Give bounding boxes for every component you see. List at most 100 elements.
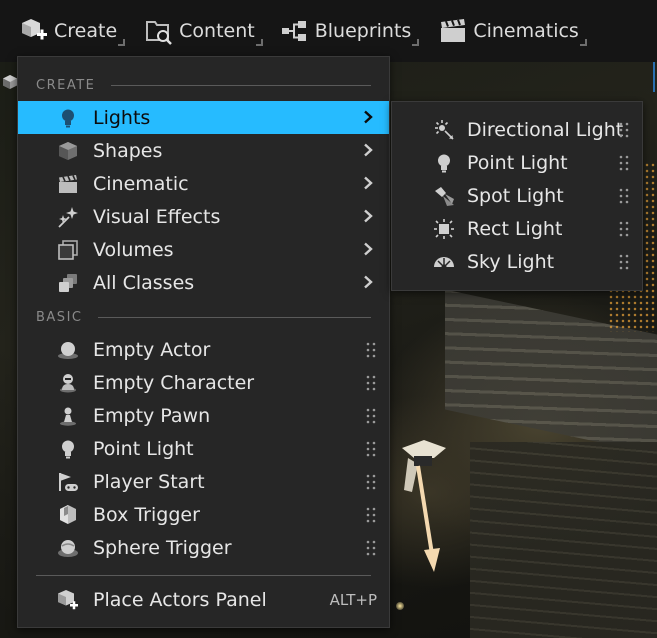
menu-section-create: CREATE [18, 75, 389, 95]
viewport-glint [396, 602, 404, 610]
chevron-right-icon [364, 209, 373, 223]
menu-item-label: All Classes [93, 271, 195, 294]
toolbar-blueprints-label: Blueprints [314, 20, 412, 42]
chevron-right-icon [364, 143, 373, 157]
drag-handle-icon[interactable] [619, 188, 629, 204]
toolbar-content-button[interactable]: Content [123, 14, 263, 48]
sphere-trigger-icon [57, 537, 79, 559]
menu-item-box-trigger[interactable]: Box Trigger [18, 498, 389, 531]
menu-item-label: Empty Character [93, 371, 255, 394]
submenu-item-label: Spot Light [467, 184, 564, 207]
menu-item-empty-character[interactable]: Empty Character [18, 366, 389, 399]
menu-item-empty-actor[interactable]: Empty Actor [18, 333, 389, 366]
drag-handle-icon[interactable] [366, 375, 376, 391]
menu-item-label: Visual Effects [93, 205, 221, 228]
toolbar-blueprints-button[interactable]: Blueprints [261, 14, 420, 48]
create-actor-icon [18, 15, 50, 47]
submenu-item-label: Point Light [467, 151, 568, 174]
sphere-actor-icon [57, 339, 79, 361]
blueprints-icon [279, 15, 311, 47]
drag-handle-icon[interactable] [366, 441, 376, 457]
menu-item-sphere-trigger[interactable]: Sphere Trigger [18, 531, 389, 564]
clapperboard-icon [437, 15, 469, 47]
drag-handle-icon[interactable] [619, 254, 629, 270]
keyboard-shortcut: ALT+P [329, 590, 377, 609]
menu-item-all-classes[interactable]: All Classes [18, 266, 389, 299]
toolbar-content-label: Content [179, 20, 255, 42]
submenu-item-spot-light[interactable]: Spot Light [392, 179, 642, 212]
submenu-item-point-light[interactable]: Point Light [392, 146, 642, 179]
toolbar-create-label: Create [54, 20, 118, 42]
character-icon [57, 372, 79, 394]
menu-item-label: Shapes [93, 139, 163, 162]
cube-icon [57, 140, 79, 162]
rect-light-icon [432, 217, 456, 241]
menu-item-label: Box Trigger [93, 503, 200, 526]
stacked-classes-icon [57, 272, 79, 294]
menu-item-place-actors-panel[interactable]: Place Actors Panel ALT+P [18, 583, 389, 616]
submenu-item-directional-light[interactable]: Directional Light [392, 113, 642, 146]
menu-item-player-start[interactable]: Player Start [18, 465, 389, 498]
submenu-item-label: Sky Light [467, 250, 555, 273]
light-direction-arrow [416, 465, 440, 572]
flag-controller-icon [57, 471, 79, 493]
drag-handle-icon[interactable] [366, 540, 376, 556]
pawn-icon [57, 405, 79, 427]
drag-handle-icon[interactable] [619, 155, 629, 171]
section-divider [111, 84, 371, 86]
toolbar-create-button[interactable]: Create [0, 14, 126, 48]
section-header-label: CREATE [36, 77, 96, 93]
place-actors-icon [57, 589, 79, 611]
submenu-item-sky-light[interactable]: Sky Light [392, 245, 642, 278]
lightbulb-icon [57, 438, 79, 460]
drag-handle-icon[interactable] [366, 474, 376, 490]
box-trigger-icon [57, 504, 79, 526]
sky-light-icon [432, 250, 456, 274]
chevron-right-icon [364, 242, 373, 256]
menu-item-shapes[interactable]: Shapes [18, 134, 389, 167]
menu-item-point-light[interactable]: Point Light [18, 432, 389, 465]
lightbulb-icon [57, 107, 79, 129]
drag-handle-icon[interactable] [619, 221, 629, 237]
menu-item-label: Lights [93, 106, 151, 129]
menu-item-label: Place Actors Panel [93, 588, 267, 611]
chevron-right-icon [364, 176, 373, 190]
directional-light-icon [432, 118, 456, 142]
submenu-item-label: Directional Light [467, 118, 624, 141]
menu-item-visual-effects[interactable]: Visual Effects [18, 200, 389, 233]
toolbar-cinematics-label: Cinematics [473, 20, 579, 42]
lightbulb-icon [432, 151, 456, 175]
menu-item-label: Volumes [93, 238, 174, 261]
viewport-cube-icon [3, 75, 17, 89]
sparkles-icon [57, 206, 79, 228]
spot-light-icon [432, 184, 456, 208]
menu-section-basic: BASIC [18, 307, 389, 327]
create-menu: CREATE Lights Shapes Cinematic Visual Ef… [17, 56, 390, 628]
menu-item-label: Empty Actor [93, 338, 211, 361]
section-header-label: BASIC [36, 309, 83, 325]
volume-box-icon [57, 239, 79, 261]
menu-item-cinematic[interactable]: Cinematic [18, 167, 389, 200]
drag-handle-icon[interactable] [619, 122, 629, 138]
clapperboard-icon [57, 173, 79, 195]
menu-item-empty-pawn[interactable]: Empty Pawn [18, 399, 389, 432]
viewport-wall [470, 442, 657, 638]
chevron-right-icon [364, 275, 373, 289]
chevron-right-icon [364, 110, 373, 124]
submenu-item-label: Rect Light [467, 217, 563, 240]
menu-item-volumes[interactable]: Volumes [18, 233, 389, 266]
drag-handle-icon[interactable] [366, 408, 376, 424]
menu-item-label: Cinematic [93, 172, 189, 195]
viewport-edge-line [653, 62, 655, 92]
menu-item-lights[interactable]: Lights [18, 101, 389, 134]
drag-handle-icon[interactable] [366, 342, 376, 358]
drag-handle-icon[interactable] [366, 507, 376, 523]
lights-submenu: Directional Light Point Light Spot Light… [391, 101, 643, 291]
menu-item-label: Player Start [93, 470, 205, 493]
submenu-item-rect-light[interactable]: Rect Light [392, 212, 642, 245]
toolbar-cinematics-button[interactable]: Cinematics [417, 14, 587, 48]
chevron-down-icon [579, 39, 587, 46]
content-browser-icon [143, 15, 175, 47]
menu-item-label: Sphere Trigger [93, 536, 232, 559]
menu-item-label: Empty Pawn [93, 404, 211, 427]
